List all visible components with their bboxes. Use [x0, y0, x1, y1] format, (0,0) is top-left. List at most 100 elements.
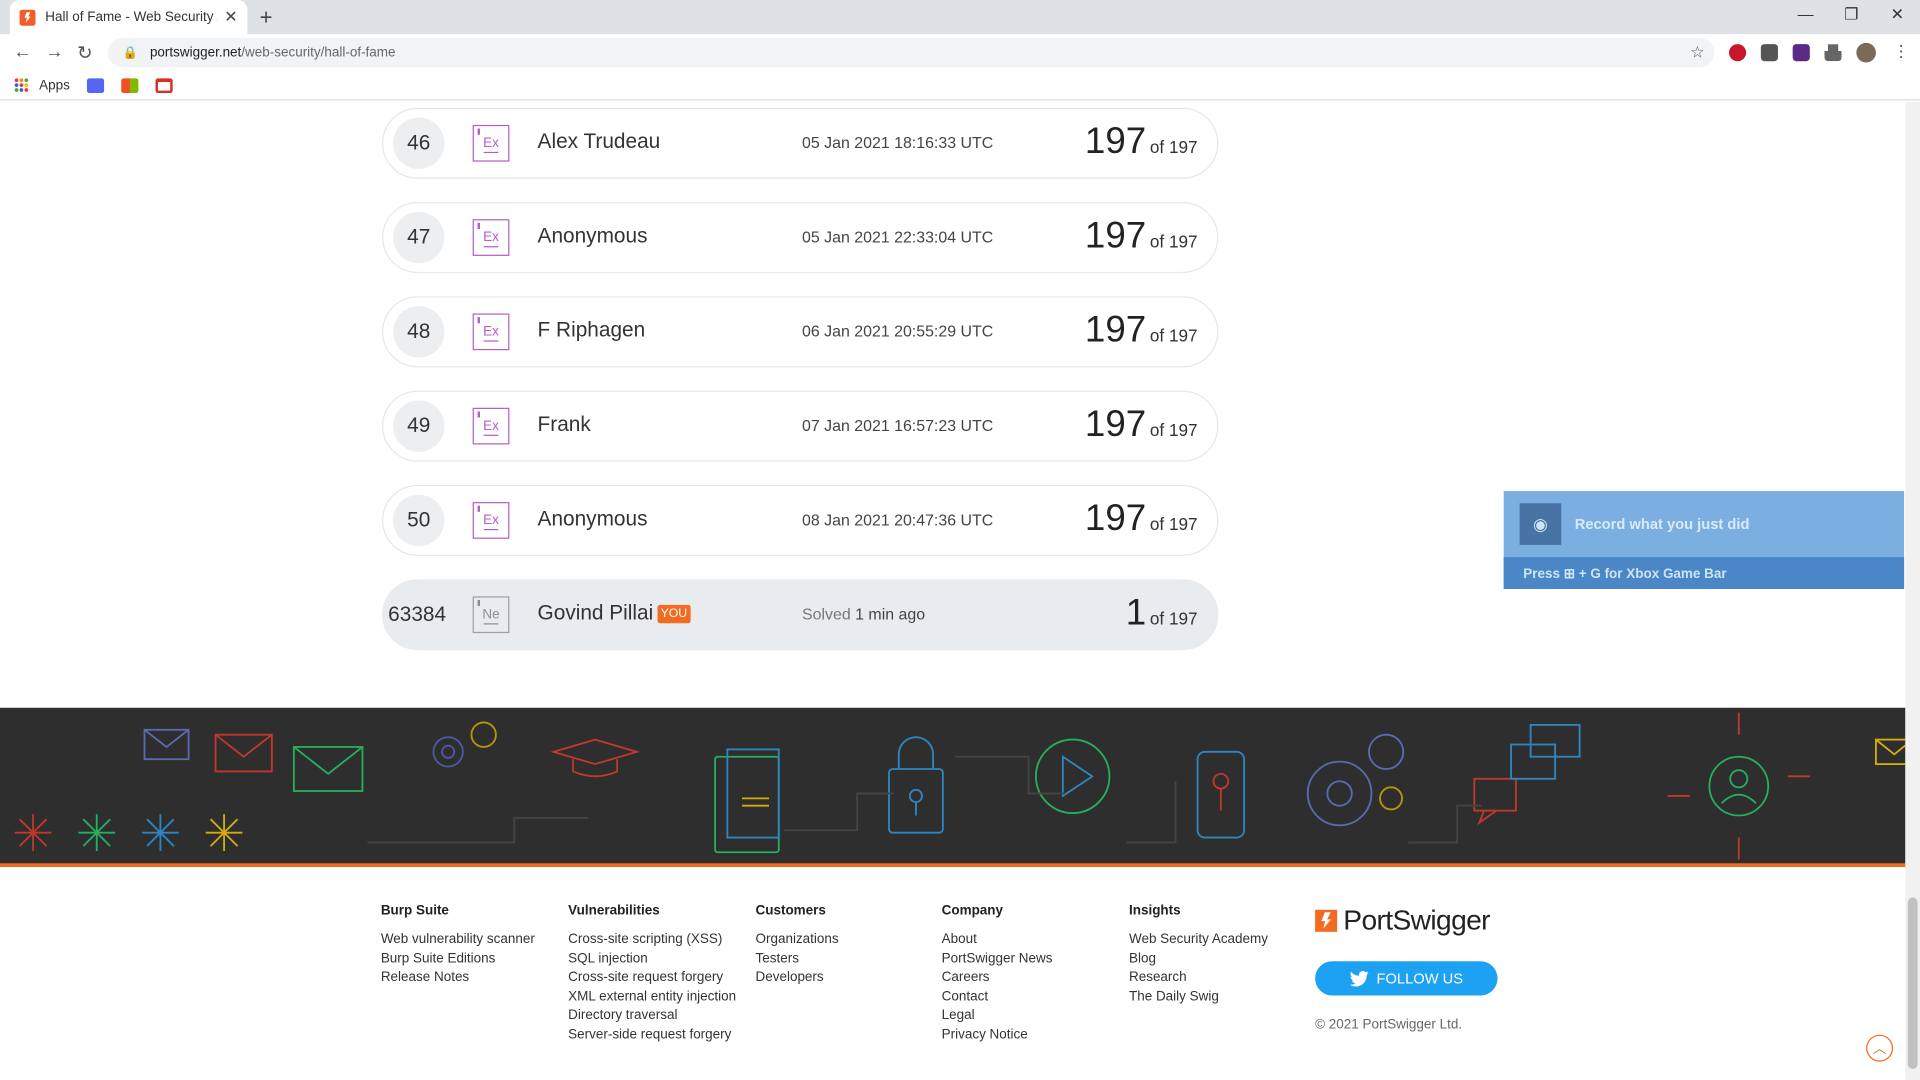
footer-link[interactable]: PortSwigger News — [942, 950, 1053, 969]
asterisk-icon — [205, 814, 243, 852]
envelope-icon — [1875, 738, 1906, 766]
footer-link[interactable]: Contact — [942, 988, 1053, 1007]
footer-link[interactable]: Web vulnerability scanner — [381, 931, 535, 950]
bookmarks-bar: Apps — [0, 71, 1920, 101]
adblock-extension-icon[interactable] — [1728, 44, 1747, 62]
address-bar[interactable]: 🔒 portswigger.net/web-security/hall-of-f… — [107, 37, 1715, 68]
extension-icon[interactable] — [1760, 44, 1778, 62]
follow-us-button[interactable]: FOLLOW US — [1315, 961, 1498, 996]
footer-link[interactable]: SQL injection — [568, 950, 736, 969]
completion-date: 06 Jan 2021 20:55:29 UTC — [802, 322, 994, 341]
page-scrollbar[interactable] — [1905, 101, 1920, 1080]
back-to-top-button[interactable]: ︿ — [1866, 1034, 1894, 1062]
footer-link[interactable]: Privacy Notice — [942, 1026, 1053, 1045]
user-target-icon — [1708, 755, 1770, 817]
gmail-icon[interactable] — [155, 77, 173, 93]
footer-link[interactable]: Blog — [1129, 950, 1268, 969]
reload-icon[interactable]: ↻ — [77, 42, 92, 64]
footer-link[interactable]: XML external entity injection — [568, 988, 736, 1007]
brand-name: PortSwigger — [1343, 903, 1490, 936]
url-path: /web-security/hall-of-fame — [241, 45, 396, 61]
decorative-banner — [0, 707, 1906, 867]
rank-badge: 48 — [393, 306, 445, 358]
minimize-button[interactable]: — — [1798, 5, 1814, 23]
score-total: of 197 — [1149, 608, 1198, 629]
xbox-game-bar-toast[interactable]: ◉ Record what you just did Press ⊞ + G f… — [1503, 491, 1905, 589]
footer-col-vulnerabilities: Vulnerabilities Cross-site scripting (XS… — [568, 904, 736, 1045]
portswigger-mark-icon — [1315, 909, 1338, 932]
completion-date: 05 Jan 2021 22:33:04 UTC — [802, 227, 994, 247]
footer-link[interactable]: Research — [1129, 969, 1268, 988]
discord-icon[interactable] — [87, 77, 105, 93]
lock-icon: 🔒 — [122, 45, 138, 60]
copyright: © 2021 PortSwigger Ltd. — [1315, 1017, 1463, 1033]
footer-heading: Insights — [1128, 903, 1181, 919]
footer-link[interactable]: Web Security Academy — [1129, 931, 1268, 950]
back-arrow-icon[interactable]: ← — [13, 42, 31, 63]
footer-link[interactable]: Cross-site request forgery — [568, 969, 736, 988]
score-total: of 197 — [1149, 420, 1198, 440]
footer-link[interactable]: Testers — [756, 950, 839, 969]
footer-link[interactable]: About — [942, 931, 1053, 950]
score-total: of 197 — [1149, 514, 1198, 534]
profile-avatar[interactable] — [1856, 42, 1876, 63]
score-total: of 197 — [1149, 231, 1198, 252]
envelope-icon — [292, 746, 364, 792]
leaderboard-row: 47 Ex Anonymous 05 Jan 2021 22:33:04 UTC… — [382, 202, 1219, 274]
apps-grid-icon[interactable] — [14, 77, 30, 93]
portswigger-favicon-icon — [19, 9, 36, 26]
footer-link[interactable]: Cross-site scripting (XSS) — [568, 931, 736, 950]
score-value: 197 — [1084, 498, 1147, 539]
envelope-icon — [214, 733, 273, 773]
you-badge: YOU — [656, 604, 691, 624]
chat-bubble-icon — [1473, 777, 1517, 826]
toast-title: Record what you just did — [1574, 515, 1750, 533]
newcomer-level-icon: Ne — [472, 596, 510, 634]
footer-link[interactable]: Organizations — [756, 931, 839, 950]
scrollbar-thumb[interactable] — [1907, 897, 1918, 1069]
browser-toolbar: ← → ↻ 🔒 portswigger.net/web-security/hal… — [0, 34, 1920, 72]
rank-badge: 47 — [393, 211, 445, 264]
footer-link[interactable]: Careers — [942, 969, 1053, 988]
solved-time: 1 min ago — [855, 604, 926, 624]
tab-hall-of-fame[interactable]: Hall of Fame - Web Security Academy ✕ — [9, 0, 248, 35]
rank-badge: 46 — [393, 117, 445, 169]
footer-link[interactable]: Burp Suite Editions — [381, 950, 535, 969]
follow-label: FOLLOW US — [1376, 969, 1464, 987]
footer-link[interactable]: Server-side request forgery — [568, 1026, 736, 1045]
play-button-icon — [1035, 738, 1111, 814]
window-close-button[interactable]: ✕ — [1891, 5, 1904, 25]
score-value: 197 — [1084, 121, 1147, 162]
score: 197 of 197 — [1085, 310, 1198, 352]
portswigger-logo[interactable]: PortSwigger — [1315, 903, 1491, 937]
current-user-row: 63384 Ne Govind Pillai YOU Solved 1 min a… — [382, 579, 1219, 651]
footer-link[interactable]: The Daily Swig — [1129, 988, 1268, 1007]
extension-purple-icon[interactable] — [1792, 44, 1810, 62]
score-total: of 197 — [1149, 137, 1198, 157]
menu-dots-icon[interactable]: ⋮ — [1893, 42, 1909, 62]
microsoft-icon[interactable] — [121, 77, 139, 93]
browser-window: Hall of Fame - Web Security Academy ✕ + … — [0, 0, 1920, 1080]
expert-level-icon: Ex — [472, 219, 510, 256]
score: 197 of 197 — [1085, 404, 1198, 446]
restore-button[interactable]: ❐ — [1844, 5, 1858, 25]
apps-bookmark[interactable]: Apps — [39, 78, 70, 93]
gear-icon — [1306, 733, 1405, 827]
tab-close-icon[interactable]: ✕ — [224, 7, 237, 27]
forward-arrow-icon[interactable]: → — [45, 42, 63, 63]
footer-heading: Company — [941, 903, 1004, 919]
footer-link[interactable]: Directory traversal — [568, 1007, 736, 1026]
padlock-icon — [888, 736, 944, 834]
new-tab-button[interactable]: + — [260, 5, 273, 31]
bookmark-star-icon[interactable]: ☆ — [1690, 43, 1704, 63]
footer-link[interactable]: Legal — [942, 1007, 1053, 1026]
completion-date: 07 Jan 2021 16:57:23 UTC — [802, 416, 994, 435]
extensions-puzzle-icon[interactable] — [1824, 44, 1842, 62]
tab-strip: Hall of Fame - Web Security Academy ✕ + … — [0, 0, 1920, 35]
phone-icon — [1196, 750, 1246, 839]
envelope-icon — [143, 728, 190, 761]
footer-link[interactable]: Release Notes — [381, 969, 535, 988]
player-name: Frank — [537, 412, 591, 436]
score: 1 of 197 — [1126, 593, 1198, 635]
footer-link[interactable]: Developers — [756, 969, 839, 988]
